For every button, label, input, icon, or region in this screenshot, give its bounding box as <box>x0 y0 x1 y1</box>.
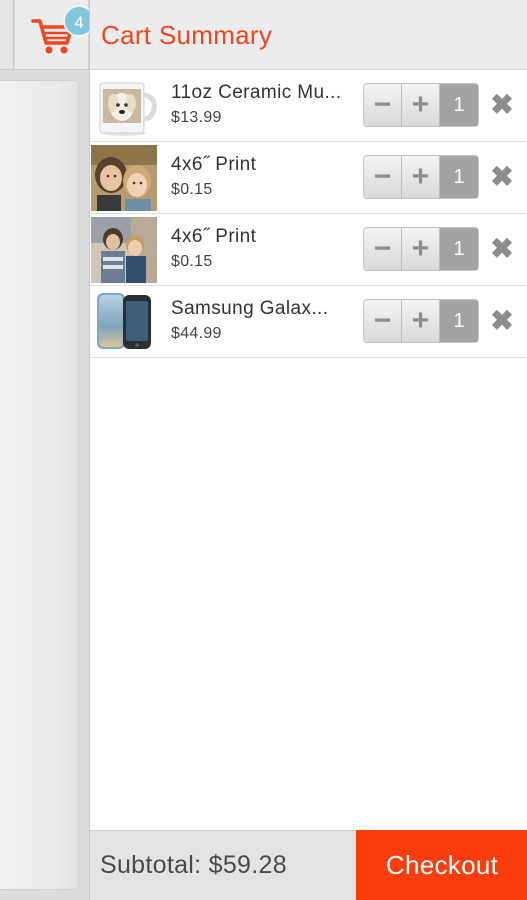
product-thumbnail-print <box>91 145 157 211</box>
product-name: 4x6˝ Print <box>171 226 257 247</box>
cart-footer: Subtotal: $59.28 Checkout <box>90 830 527 900</box>
product-price: $0.15 <box>171 181 213 198</box>
decrement-button[interactable]: − <box>364 156 402 198</box>
quantity-value: 1 <box>440 84 478 126</box>
increment-button[interactable]: + <box>402 300 440 342</box>
cart-item: 11oz Ceramic Mu... $13.99 − + 1 ✖ <box>90 70 527 142</box>
decrement-button[interactable]: − <box>364 228 402 270</box>
product-thumbnail-print <box>91 217 157 283</box>
quantity-stepper: − + 1 <box>363 227 479 271</box>
remove-icon[interactable]: ✖ <box>490 306 514 336</box>
quantity-stepper: − + 1 <box>363 155 479 199</box>
cart-summary-panel: Cart Summary 11oz Ceramic Mu... $13.99 −… <box>89 0 527 900</box>
product-name: 4x6˝ Print <box>171 154 257 175</box>
increment-button[interactable]: + <box>402 228 440 270</box>
quantity-value: 1 <box>440 228 478 270</box>
increment-button[interactable]: + <box>402 84 440 126</box>
subtotal-label: Subtotal: $59.28 <box>100 851 287 879</box>
product-name: 11oz Ceramic Mu... <box>171 82 342 103</box>
product-price: $44.99 <box>171 325 222 342</box>
background-card <box>0 80 79 890</box>
cart-item: 4x6˝ Print $0.15 − + 1 ✖ <box>90 142 527 214</box>
remove-icon[interactable]: ✖ <box>490 90 514 120</box>
product-price: $13.99 <box>171 109 222 126</box>
quantity-value: 1 <box>440 156 478 198</box>
quantity-value: 1 <box>440 300 478 342</box>
product-thumbnail-phone-case <box>91 289 157 355</box>
quantity-stepper: − + 1 <box>363 299 479 343</box>
decrement-button[interactable]: − <box>364 300 402 342</box>
page-title: Cart Summary <box>101 20 273 50</box>
cart-button[interactable]: 4 <box>15 0 95 70</box>
back-edge <box>0 0 14 70</box>
cart-item: 4x6˝ Print $0.15 − + 1 ✖ <box>90 214 527 286</box>
product-name: Samsung Galax... <box>171 298 329 319</box>
remove-icon[interactable]: ✖ <box>490 162 514 192</box>
product-price: $0.15 <box>171 253 213 270</box>
decrement-button[interactable]: − <box>364 84 402 126</box>
panel-header: Cart Summary <box>90 0 527 70</box>
checkout-button[interactable]: Checkout <box>356 830 527 900</box>
increment-button[interactable]: + <box>402 156 440 198</box>
quantity-stepper: − + 1 <box>363 83 479 127</box>
remove-icon[interactable]: ✖ <box>490 234 514 264</box>
product-thumbnail-mug <box>91 73 157 139</box>
cart-item: Samsung Galax... $44.99 − + 1 ✖ <box>90 286 527 358</box>
